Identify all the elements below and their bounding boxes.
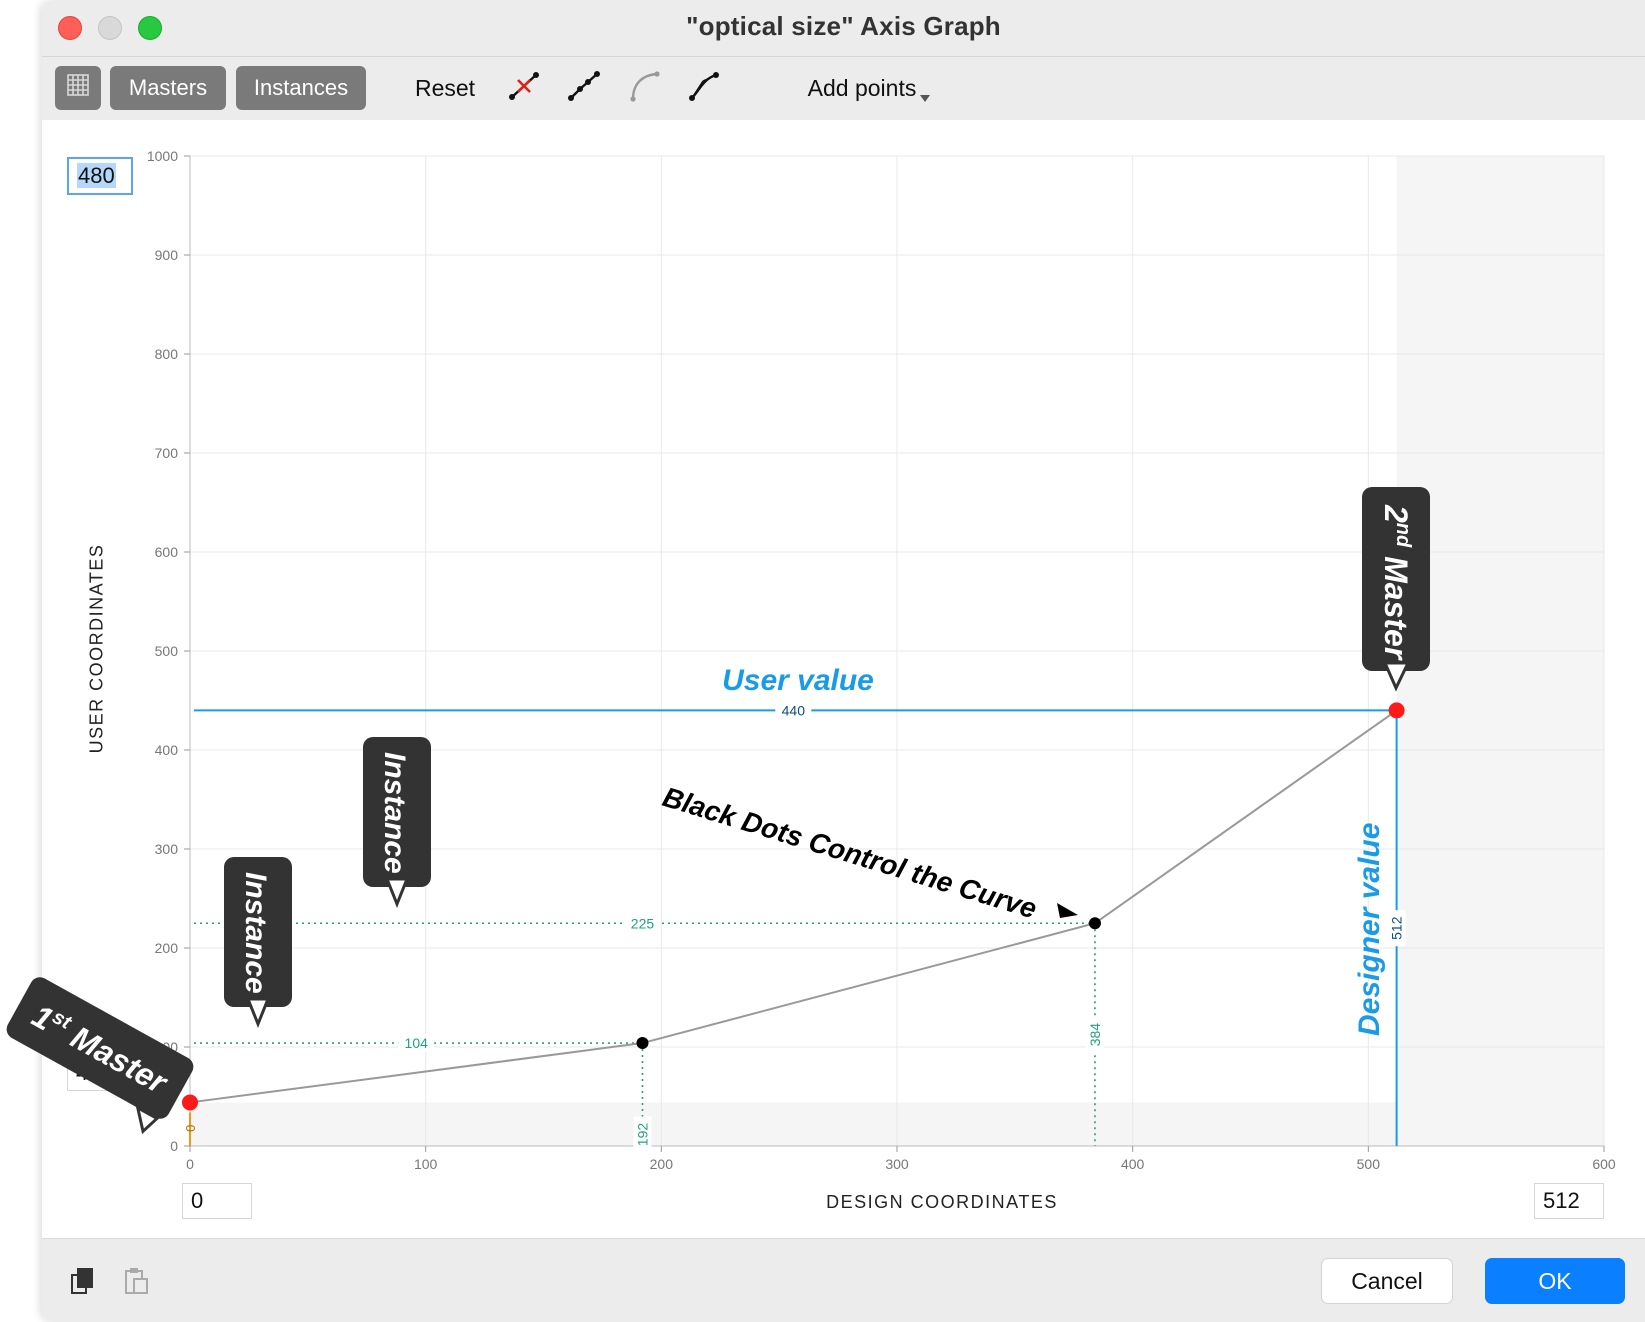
y-tick-label: 500: [155, 643, 179, 659]
x-tick-label: 600: [1592, 1156, 1616, 1172]
x-tick-label: 0: [186, 1156, 194, 1172]
x-tick-label: 300: [885, 1156, 909, 1172]
x-tick-label: 200: [650, 1156, 674, 1172]
instance-callout-1: Instance: [224, 857, 292, 1029]
x-tick-label: 100: [414, 1156, 438, 1172]
y-tick-label: 200: [155, 940, 179, 956]
master-point: [1388, 702, 1405, 719]
master-point: [182, 1094, 198, 1111]
user-value-label: User value: [722, 664, 874, 697]
axis-graph-chart: 0100200300400500600010020030040050060070…: [6, 148, 1616, 1172]
min-master-x-label: 0: [183, 1125, 198, 1132]
horizontal-guide-label: 440: [782, 702, 806, 718]
vertical-guide-label: 512: [1389, 916, 1405, 940]
control-point: [1088, 917, 1101, 930]
second-master-suffix: nd: [1392, 523, 1414, 548]
designer-value-label: Designer value: [1353, 823, 1386, 1036]
y-tick-label: 300: [155, 841, 179, 857]
control-point: [636, 1037, 649, 1050]
y-tick-label: 800: [155, 346, 179, 362]
horizontal-guide-label: 225: [631, 915, 655, 931]
y-tick-label: 1000: [147, 148, 178, 164]
x-tick-label: 400: [1121, 1156, 1145, 1172]
vertical-guide-label: 384: [1087, 1023, 1103, 1047]
instance-callout-2: Instance: [363, 737, 431, 909]
instance-callout-2-label: Instance: [378, 752, 411, 874]
vertical-guide-label: 192: [634, 1123, 650, 1147]
y-tick-label: 0: [170, 1138, 178, 1154]
second-master-number: 2: [1378, 504, 1414, 523]
second-master-callout: 2nd Master: [1362, 487, 1430, 692]
y-tick-label: 700: [155, 445, 179, 461]
x-tick-label: 500: [1357, 1156, 1381, 1172]
y-tick-label: 900: [155, 247, 179, 263]
y-tick-label: 400: [155, 742, 179, 758]
y-tick-label: 600: [155, 544, 179, 560]
first-master-callout: 1st Master: [6, 977, 194, 1135]
instance-callout-1-label: Instance: [239, 872, 272, 994]
horizontal-guide-label: 104: [405, 1035, 429, 1051]
second-master-word: Master: [1378, 547, 1414, 661]
